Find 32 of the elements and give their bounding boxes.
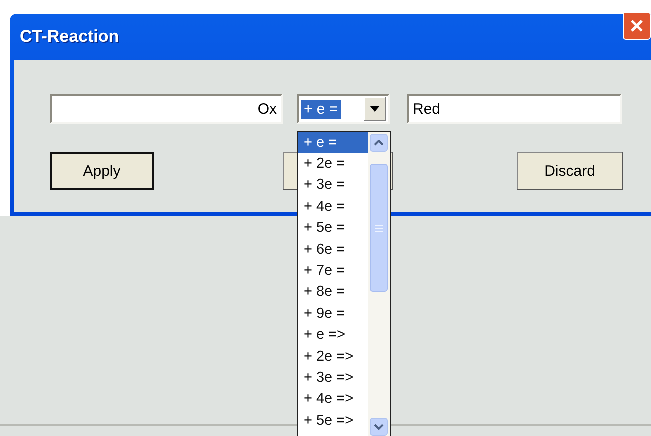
dropdown-item[interactable]: + e = (298, 132, 368, 154)
dropdown-item[interactable]: + 8e = (298, 282, 368, 304)
apply-button[interactable]: Apply (50, 152, 154, 190)
scroll-up-button[interactable] (370, 134, 388, 152)
window-title: CT-Reaction (20, 27, 120, 47)
dropdown-item[interactable]: + 6e = (298, 238, 368, 260)
caret-icon (370, 106, 380, 112)
scroll-down-button[interactable] (370, 418, 388, 436)
dropdown-item[interactable]: + 5e => (298, 410, 368, 432)
close-icon (630, 19, 644, 33)
dropdown-item[interactable]: + 4e => (298, 388, 368, 410)
scroll-thumb[interactable] (370, 164, 388, 292)
input-field[interactable]: Ox (50, 94, 283, 124)
dropdown-item[interactable]: + 4e = (298, 196, 368, 218)
dropdown-item[interactable]: + 2e => (298, 346, 368, 368)
close-button[interactable] (623, 12, 651, 40)
input-field[interactable]: Red (407, 94, 622, 124)
combo-box[interactable]: + e = (297, 94, 390, 124)
combo-value: + e = (301, 100, 342, 118)
dropdown-button[interactable] (364, 97, 386, 121)
dropdown-item[interactable]: + 9e = (298, 303, 368, 325)
discard-button[interactable]: Discard (517, 152, 623, 190)
chevron-up-icon (374, 140, 384, 146)
dropdown-item[interactable]: + 3e = (298, 174, 368, 196)
dropdown-item[interactable]: + 2e = (298, 153, 368, 175)
dropdown-item[interactable]: + 5e = (298, 218, 368, 239)
dropdown-item[interactable]: + e => (298, 324, 368, 346)
scrollbar[interactable] (368, 132, 390, 436)
dropdown-item[interactable]: + 3e => (298, 367, 368, 389)
chevron-down-icon (374, 424, 384, 430)
dropdown-item[interactable]: + 7e = (298, 260, 368, 282)
grip-icon (375, 224, 383, 232)
